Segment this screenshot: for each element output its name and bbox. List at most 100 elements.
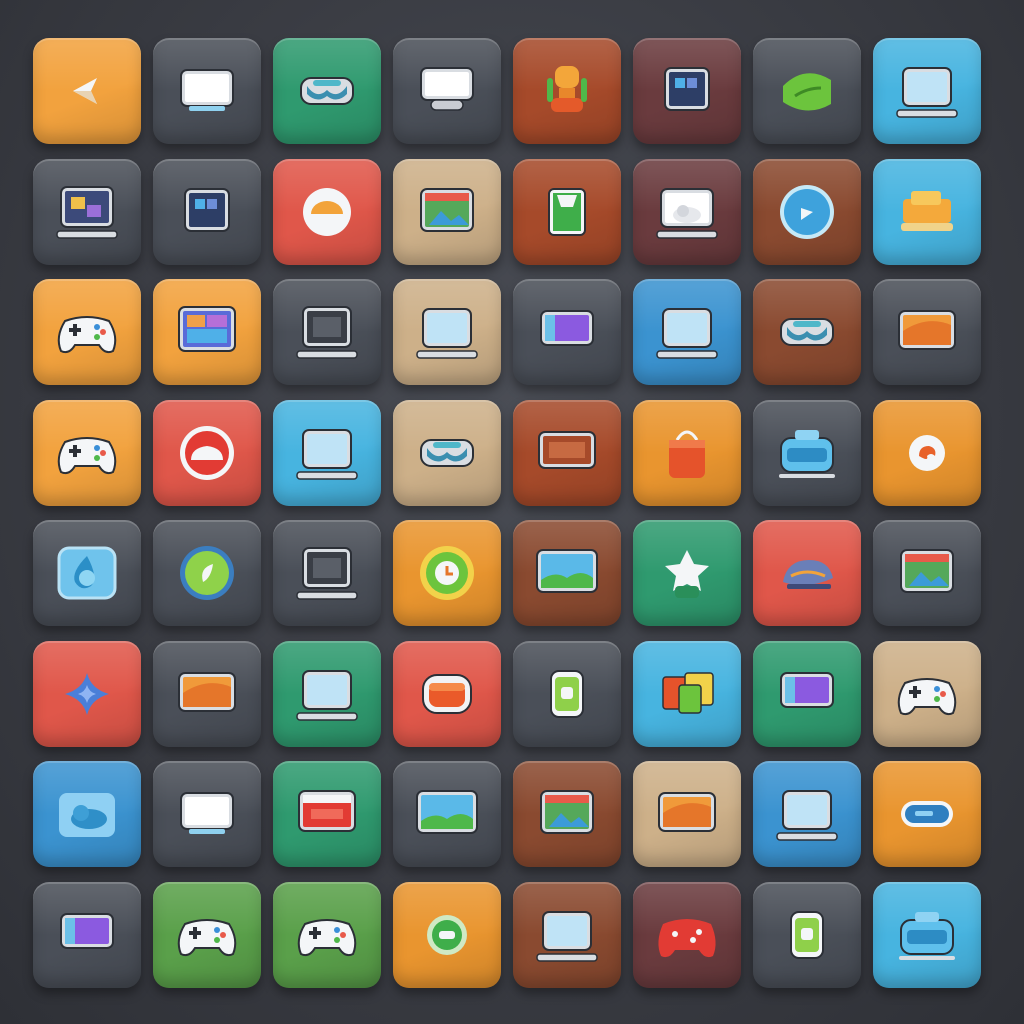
app-tile-card-device[interactable] [513, 158, 621, 265]
app-tile-swirl[interactable] [873, 399, 981, 506]
computer-icon [289, 301, 365, 363]
app-tile-camera[interactable] [753, 399, 861, 506]
clock-circle-icon [409, 542, 485, 604]
app-tile-robot[interactable] [513, 38, 621, 144]
app-tile-water-drop[interactable] [33, 520, 141, 626]
app-tile-orange-screen[interactable] [153, 640, 261, 747]
orange-screen-icon [649, 783, 725, 845]
app-tile-computer[interactable] [273, 279, 381, 385]
app-tile-leaf-card[interactable] [753, 38, 861, 144]
app-tile-landscape[interactable] [513, 520, 621, 626]
tablet-icon [649, 60, 725, 122]
app-tile-computer[interactable] [273, 520, 381, 626]
computer-icon [289, 542, 365, 604]
window-icon [169, 301, 245, 363]
app-tile-cloud-laptop[interactable] [633, 158, 741, 265]
app-tile-chat[interactable] [393, 881, 501, 988]
app-tile-star[interactable] [633, 520, 741, 626]
app-tile-cart[interactable] [873, 158, 981, 265]
app-tile-photo-laptop[interactable] [33, 158, 141, 265]
cloud-laptop-icon [649, 181, 725, 243]
phone-icon [769, 904, 845, 966]
app-tile-play-circle[interactable] [753, 158, 861, 265]
app-tile-gamepad[interactable] [33, 399, 141, 506]
app-tile-console[interactable] [393, 38, 501, 144]
app-tile-monitor[interactable] [153, 761, 261, 867]
gamepad-icon [889, 663, 965, 725]
app-tile-vr-headset[interactable] [753, 279, 861, 385]
play-circle-icon [769, 181, 845, 243]
card-device-icon [529, 181, 605, 243]
app-tile-bowl[interactable] [273, 158, 381, 265]
purple-device-icon [769, 663, 845, 725]
app-tile-toaster[interactable] [393, 640, 501, 747]
cart-icon [889, 181, 965, 243]
app-tile-gamepad[interactable] [273, 881, 381, 988]
vr-headset-icon [769, 301, 845, 363]
app-tile-laptop[interactable] [273, 399, 381, 506]
app-tile-vr-headset[interactable] [393, 399, 501, 506]
gamepad-icon [49, 301, 125, 363]
app-tile-laptop[interactable] [753, 761, 861, 867]
app-tile-purple-device[interactable] [513, 279, 621, 385]
app-tile-leaf-circle[interactable] [153, 520, 261, 626]
app-tile-hat[interactable] [753, 520, 861, 626]
photo-frame-icon [409, 181, 485, 243]
app-tile-phone[interactable] [753, 881, 861, 988]
app-tile-window[interactable] [153, 279, 261, 385]
vr-headset-icon [289, 60, 365, 122]
app-tile-purple-device[interactable] [753, 640, 861, 747]
app-tile-arrow[interactable] [33, 38, 141, 144]
app-tile-capsule[interactable] [873, 761, 981, 867]
app-tile-monitor[interactable] [153, 38, 261, 144]
star-icon [649, 542, 725, 604]
swirl-icon [889, 422, 965, 484]
app-tile-camera[interactable] [873, 881, 981, 988]
hat-icon [769, 542, 845, 604]
app-tile-cloud-circle[interactable] [153, 399, 261, 506]
laptop-icon [529, 904, 605, 966]
laptop-icon [289, 663, 365, 725]
console-icon [409, 60, 485, 122]
app-tile-tablet[interactable] [153, 158, 261, 265]
app-tile-red-screen[interactable] [273, 761, 381, 867]
app-tile-gamepad[interactable] [153, 881, 261, 988]
purple-device-icon [49, 904, 125, 966]
app-tile-photo-frame[interactable] [393, 158, 501, 265]
app-tile-orange-screen[interactable] [633, 761, 741, 867]
app-tile-laptop[interactable] [633, 279, 741, 385]
laptop-icon [889, 60, 965, 122]
app-tile-laptop[interactable] [273, 640, 381, 747]
app-tile-bag[interactable] [633, 399, 741, 506]
app-tile-sparkle[interactable] [33, 640, 141, 747]
app-tile-puzzle-gamepad[interactable] [633, 881, 741, 988]
app-tile-laptop[interactable] [873, 38, 981, 144]
phone-icon [529, 663, 605, 725]
app-tile-clock-circle[interactable] [393, 520, 501, 626]
app-tile-landscape[interactable] [393, 761, 501, 867]
landscape-icon [409, 783, 485, 845]
purple-device-icon [529, 301, 605, 363]
photo-frame-icon [529, 783, 605, 845]
app-tile-screen[interactable] [513, 399, 621, 506]
gamepad-icon [169, 904, 245, 966]
app-tile-photo-frame[interactable] [873, 520, 981, 626]
leaf-circle-icon [169, 542, 245, 604]
app-tile-photo-frame[interactable] [513, 761, 621, 867]
app-tile-gamepad[interactable] [33, 279, 141, 385]
app-tile-phone[interactable] [513, 640, 621, 747]
orange-screen-icon [169, 663, 245, 725]
app-tile-laptop[interactable] [393, 279, 501, 385]
app-tile-purple-device[interactable] [33, 881, 141, 988]
app-tile-gamepad[interactable] [873, 640, 981, 747]
cards-icon [649, 663, 725, 725]
sparkle-icon [49, 663, 125, 725]
app-tile-orange-screen[interactable] [873, 279, 981, 385]
app-tile-cloud[interactable] [33, 761, 141, 867]
app-tile-tablet[interactable] [633, 38, 741, 144]
app-tile-vr-headset[interactable] [273, 38, 381, 144]
app-tile-cards[interactable] [633, 640, 741, 747]
app-tile-laptop[interactable] [513, 881, 621, 988]
gamepad-icon [289, 904, 365, 966]
robot-icon [529, 60, 605, 122]
